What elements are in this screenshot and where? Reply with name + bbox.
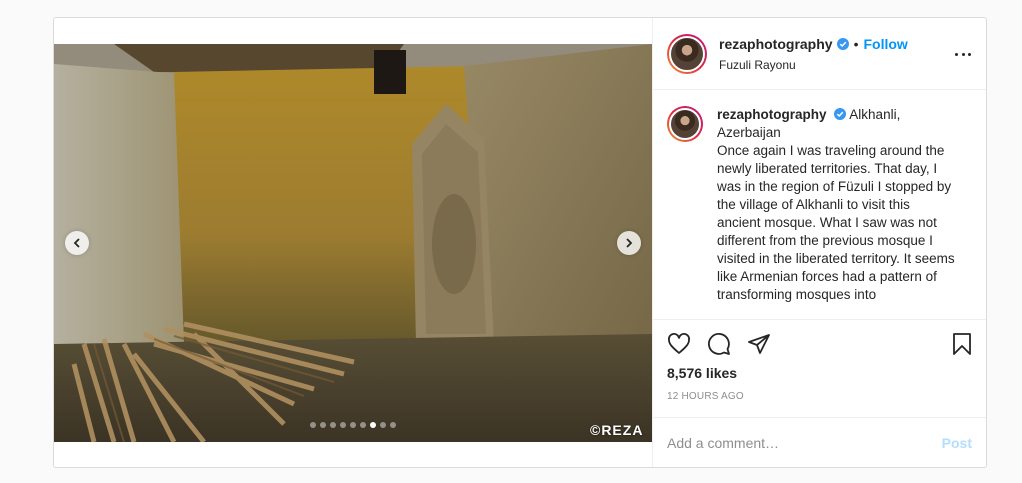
caption-username[interactable]: rezaphotography: [717, 107, 827, 122]
carousel-dot: [390, 422, 396, 428]
heart-icon[interactable]: [667, 332, 691, 356]
more-options-icon[interactable]: [955, 46, 971, 62]
caption-avatar[interactable]: [667, 106, 703, 142]
carousel-dot: [320, 422, 326, 428]
photo-watermark: ©REZA: [590, 422, 644, 438]
action-bar: [653, 319, 986, 367]
separator-dot: •: [853, 35, 859, 52]
comment-input[interactable]: [667, 434, 942, 451]
verified-badge-icon: [834, 108, 847, 120]
avatar[interactable]: [667, 33, 707, 74]
share-icon[interactable]: [747, 332, 771, 356]
comment-icon[interactable]: [707, 332, 731, 356]
post-sidebar: rezaphotography • Follow Fuzuli Rayonu r…: [652, 18, 986, 467]
carousel-dot: [350, 422, 356, 428]
follow-button[interactable]: Follow: [863, 36, 907, 52]
bookmark-icon[interactable]: [950, 332, 974, 356]
carousel-dot: [370, 422, 376, 428]
post-card: ©REZA rezaphotography • Follow Fuzuli Ra…: [53, 17, 987, 468]
carousel-indicator: [54, 422, 652, 428]
carousel-dot: [360, 422, 366, 428]
post-header: rezaphotography • Follow Fuzuli Rayonu: [653, 18, 986, 90]
caption-text: Once again I was traveling around the ne…: [717, 143, 955, 302]
post-photo[interactable]: ©REZA: [54, 44, 652, 442]
post-comment-button[interactable]: Post: [942, 435, 972, 451]
carousel-dot: [310, 422, 316, 428]
carousel-dot: [380, 422, 386, 428]
previous-photo-button[interactable]: [65, 231, 89, 255]
mosque-interior-photo: [54, 44, 652, 442]
caption: rezaphotography Alkhanli, Azerbaijan Onc…: [717, 106, 957, 320]
carousel-dot: [330, 422, 336, 428]
add-comment-row: Post: [653, 417, 986, 467]
post-timestamp[interactable]: 12 HOURS AGO: [667, 391, 744, 402]
chevron-right-icon: [626, 238, 633, 248]
carousel-dot: [340, 422, 346, 428]
likes-count[interactable]: 8,576 likes: [667, 365, 737, 381]
next-photo-button[interactable]: [617, 231, 641, 255]
post-location[interactable]: Fuzuli Rayonu: [719, 58, 908, 72]
verified-badge-icon: [836, 37, 849, 50]
caption-area: rezaphotography Alkhanli, Azerbaijan Onc…: [653, 90, 986, 320]
author-username[interactable]: rezaphotography: [719, 36, 833, 52]
chevron-left-icon: [73, 238, 80, 248]
